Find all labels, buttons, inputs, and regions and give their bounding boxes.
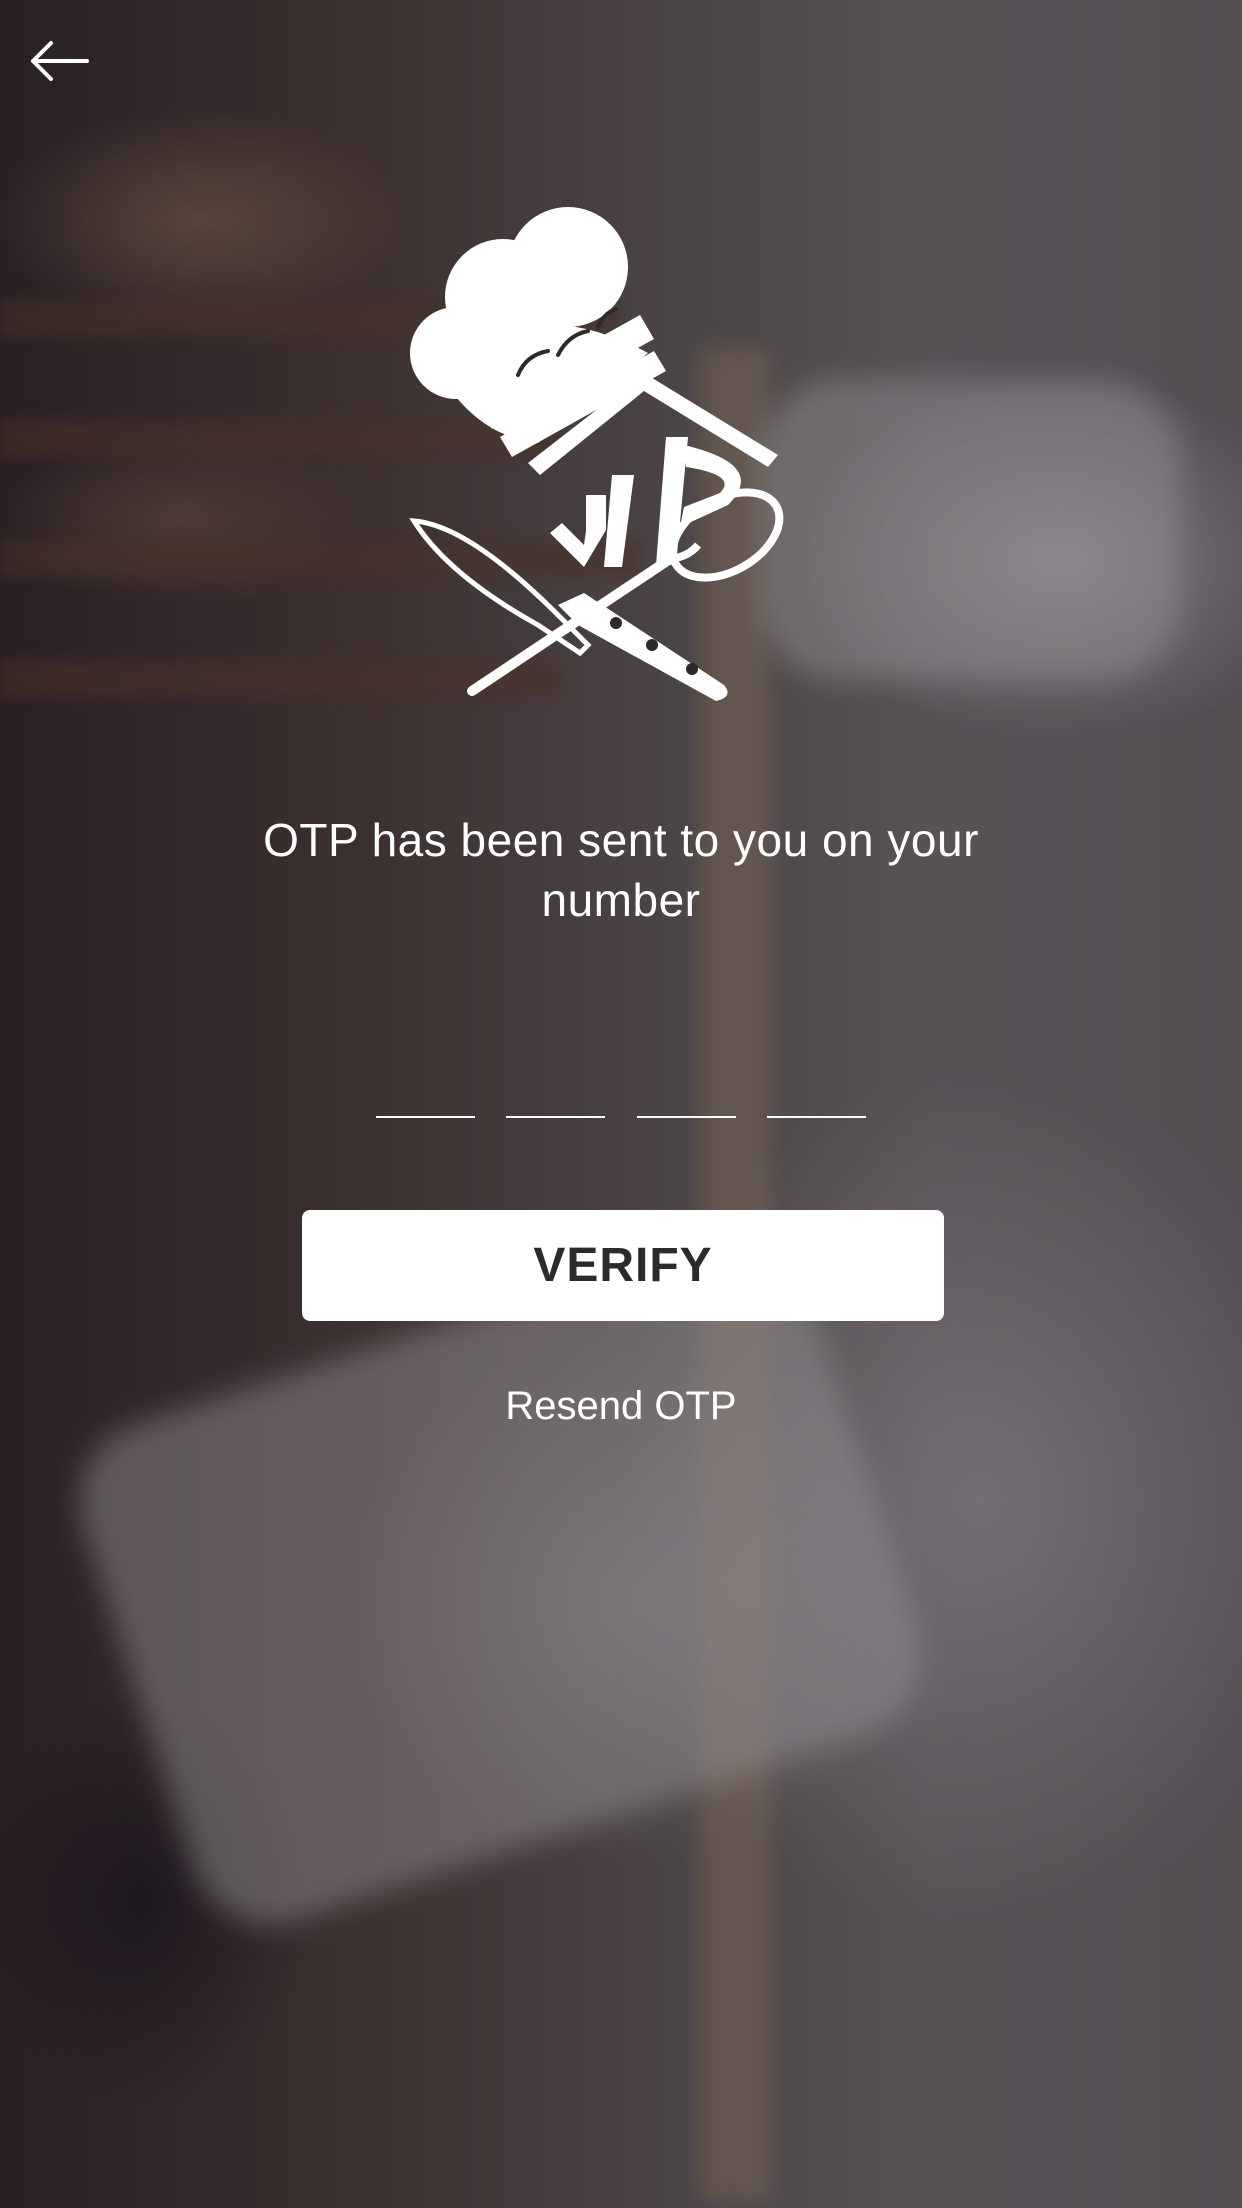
verify-button[interactable]: VERIFY: [302, 1210, 944, 1321]
arrow-left-icon: [31, 41, 89, 81]
otp-digit-3[interactable]: [636, 1080, 736, 1118]
resend-otp-link[interactable]: Resend OTP: [421, 1380, 821, 1432]
back-button[interactable]: [26, 34, 92, 88]
chef-hat-knife-spoon-logo-icon: [409, 207, 784, 701]
otp-sent-message: OTP has been sent to you on your number: [263, 814, 979, 926]
otp-digit-4[interactable]: [766, 1080, 866, 1118]
otp-digit-1[interactable]: [376, 1080, 475, 1118]
otp-digit-2[interactable]: [506, 1080, 606, 1118]
otp-input-group: [376, 1080, 866, 1120]
